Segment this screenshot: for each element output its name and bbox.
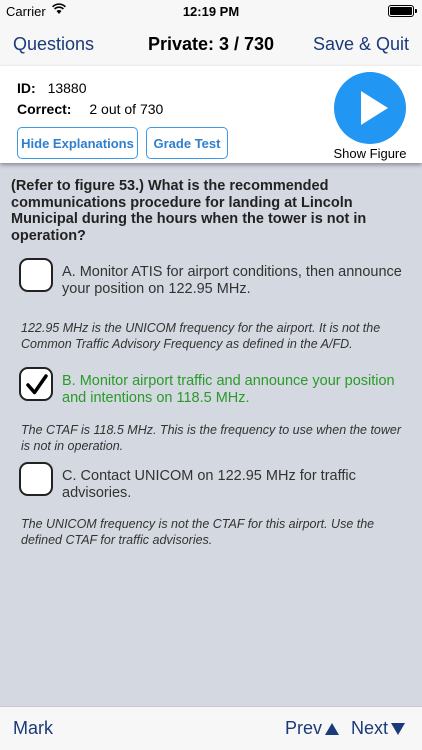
triangle-up-icon bbox=[325, 723, 340, 736]
prev-label: Prev bbox=[285, 718, 323, 738]
answer-a-text[interactable]: A. Monitor ATIS for airport conditions, … bbox=[62, 264, 412, 298]
play-icon bbox=[361, 91, 388, 125]
correct-value: 2 out of 730 bbox=[89, 101, 164, 117]
triangle-down-icon bbox=[391, 723, 406, 736]
correct-count-row: Correct: 2 out of 730 bbox=[17, 101, 163, 117]
checkmark-icon bbox=[26, 374, 48, 395]
status-bar: Carrier 12:19 PM bbox=[0, 0, 422, 22]
save-quit-button[interactable]: Save & Quit bbox=[313, 34, 409, 55]
question-id-row: ID: 13880 bbox=[17, 80, 87, 96]
answer-c-explanation: The UNICOM frequency is not the CTAF for… bbox=[21, 517, 375, 547]
answer-a-explanation: 122.95 MHz is the UNICOM frequency for t… bbox=[21, 321, 381, 351]
show-figure-button[interactable] bbox=[334, 72, 406, 144]
show-figure-label[interactable]: Show Figure bbox=[320, 146, 420, 161]
answer-c-checkbox[interactable] bbox=[19, 462, 53, 496]
status-time: 12:19 PM bbox=[182, 4, 240, 19]
mark-button[interactable]: Mark bbox=[13, 718, 53, 739]
id-value: 13880 bbox=[47, 80, 87, 96]
answer-b-explanation: The CTAF is 118.5 MHz. This is the frequ… bbox=[21, 423, 402, 453]
grade-test-button[interactable]: Grade Test bbox=[146, 127, 228, 159]
question-text: (Refer to figure 53.) What is the recomm… bbox=[11, 178, 367, 244]
prev-button[interactable]: Prev bbox=[285, 718, 340, 739]
navigation-bar: Questions Private: 3 / 730 Save & Quit bbox=[0, 22, 422, 66]
answer-b-checkbox[interactable] bbox=[19, 367, 53, 401]
answer-a-checkbox[interactable] bbox=[19, 258, 53, 292]
next-button[interactable]: Next bbox=[351, 718, 406, 739]
correct-label: Correct: bbox=[17, 101, 72, 117]
answer-b-text[interactable]: B. Monitor airport traffic and announce … bbox=[62, 373, 412, 407]
id-label: ID: bbox=[17, 80, 36, 96]
battery-icon bbox=[388, 5, 417, 17]
hide-explanations-button[interactable]: Hide Explanations bbox=[17, 127, 138, 159]
next-label: Next bbox=[351, 718, 389, 738]
answer-c-text[interactable]: C. Contact UNICOM on 122.95 MHz for traf… bbox=[62, 468, 412, 502]
bottom-toolbar: Mark Prev Next bbox=[0, 706, 422, 750]
